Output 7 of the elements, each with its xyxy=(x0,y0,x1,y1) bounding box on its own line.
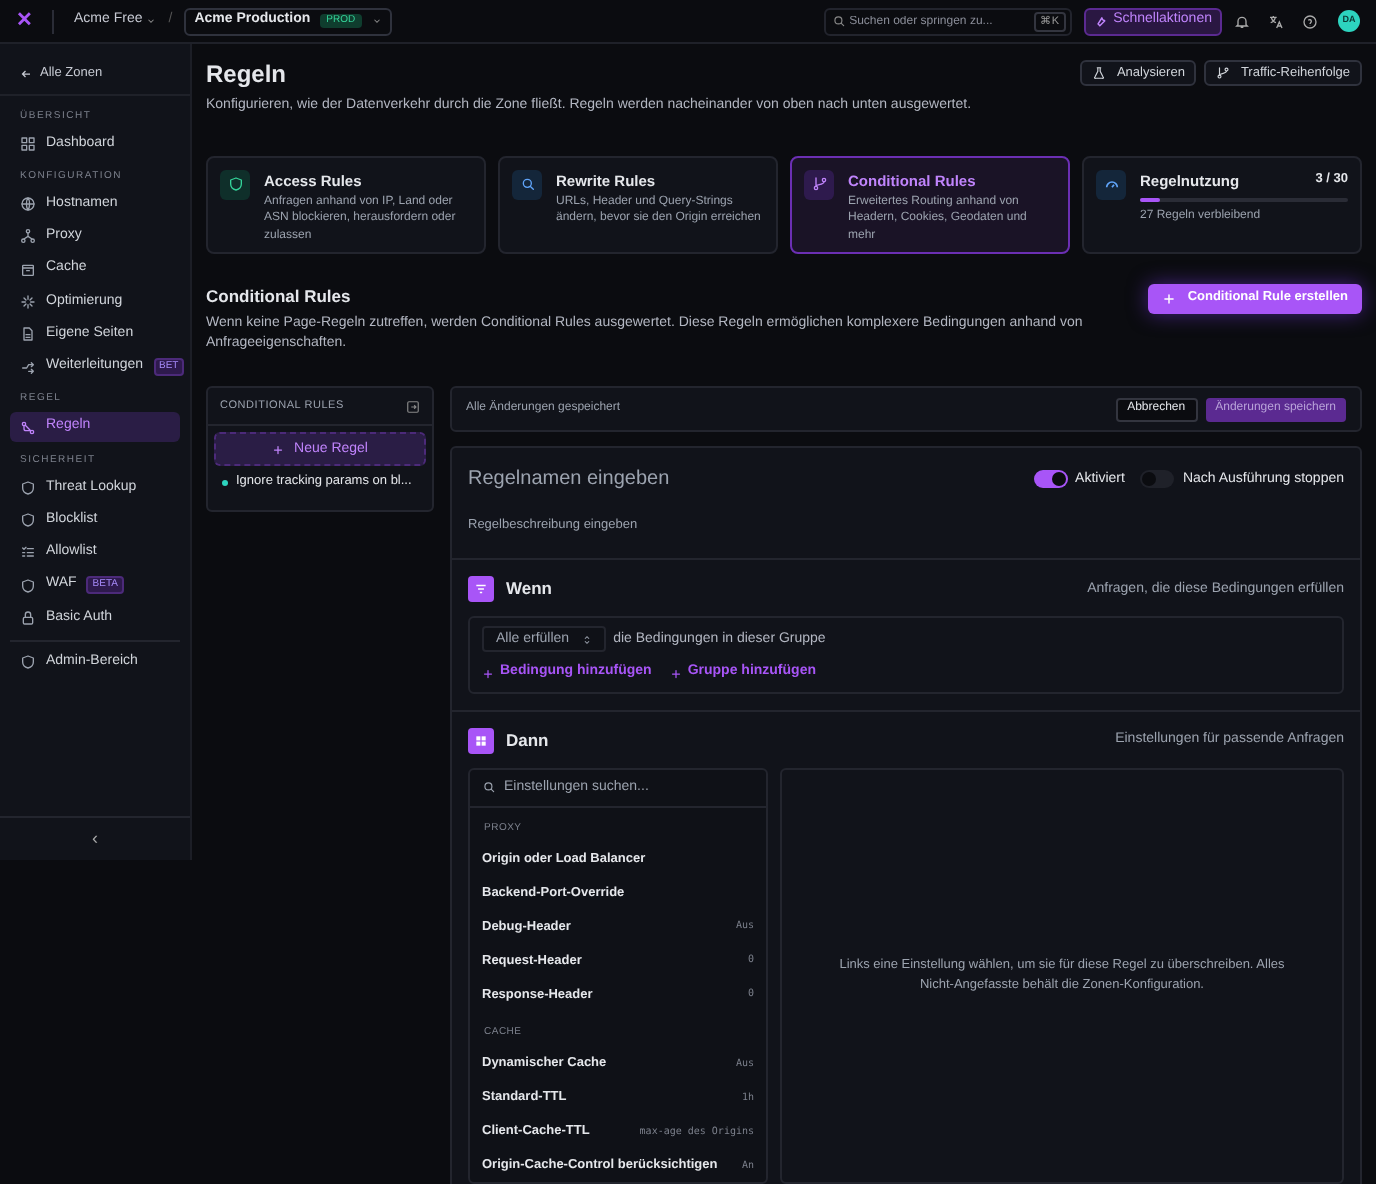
block-title: Wenn xyxy=(506,576,552,603)
section-title: Conditional Rules xyxy=(206,283,353,309)
block-title: Dann xyxy=(506,727,549,754)
collapse-button[interactable]: ‹ xyxy=(92,825,98,853)
logo[interactable]: ✕ xyxy=(16,6,32,36)
page-title: Regeln xyxy=(206,58,289,92)
rule-name-field[interactable]: Regelnamen eingeben xyxy=(468,464,1018,495)
